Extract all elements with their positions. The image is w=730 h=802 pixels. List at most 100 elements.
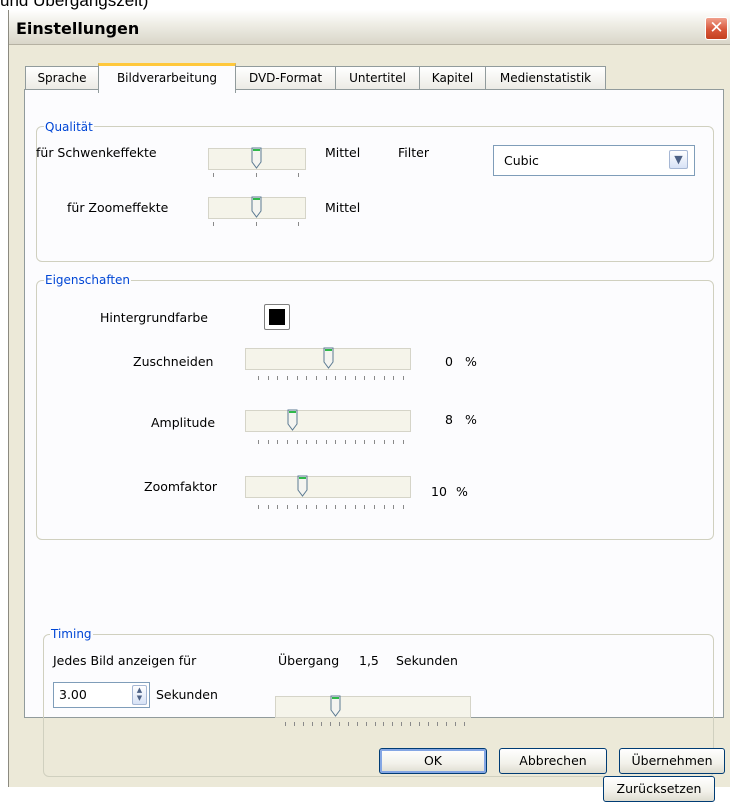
- slider-tick: [258, 440, 259, 444]
- slider-tick: [393, 376, 394, 380]
- slider-tick: [277, 376, 278, 380]
- slider-tick: [428, 722, 429, 726]
- duration-unit-label: Sekunden: [156, 687, 218, 702]
- pan-effects-label: für Schwenkeffekte: [36, 145, 157, 160]
- zoom-factor-slider-thumb[interactable]: [297, 475, 308, 497]
- slider-tick: [375, 722, 376, 726]
- crop-unit: %: [465, 354, 477, 369]
- slider-tick: [294, 722, 295, 726]
- crop-label: Zuschneiden: [133, 354, 214, 369]
- slider-tick: [306, 440, 307, 444]
- tab-medienstatistik[interactable]: Medienstatistik: [485, 66, 606, 89]
- slider-tick: [401, 722, 402, 726]
- duration-value: 3.00: [59, 687, 87, 702]
- slider-tick: [464, 722, 465, 726]
- tab-kapitel[interactable]: Kapitel: [419, 66, 486, 89]
- slider-tick: [335, 505, 336, 509]
- chevron-down-icon[interactable]: ▼: [669, 150, 688, 169]
- slider-tick: [345, 376, 346, 380]
- crop-value: 0: [445, 354, 453, 369]
- transition-slider-ticks: [285, 722, 465, 726]
- slider-tick: [306, 505, 307, 509]
- slider-tick: [364, 440, 365, 444]
- settings-dialog: Einstellungen ✕ Sprache Bildverarbeitung…: [8, 10, 730, 802]
- slider-tick: [392, 722, 393, 726]
- zoom-factor-slider[interactable]: [245, 476, 411, 498]
- slider-tick: [285, 722, 286, 726]
- zoom-slider-thumb[interactable]: [251, 196, 262, 218]
- crop-slider-ticks: [258, 376, 404, 380]
- slider-tick: [335, 440, 336, 444]
- slider-tick: [326, 440, 327, 444]
- slider-tick: [268, 440, 269, 444]
- zoom-effects-label: für Zoomeffekte: [67, 200, 169, 215]
- slider-tick: [345, 440, 346, 444]
- slider-tick: [374, 440, 375, 444]
- slider-tick: [258, 376, 259, 380]
- transition-unit: Sekunden: [396, 653, 458, 668]
- transition-slider-thumb[interactable]: [330, 695, 341, 717]
- zoom-factor-slider-ticks: [258, 505, 404, 509]
- zoom-factor-unit: %: [456, 484, 468, 499]
- tab-bildverarbeitung[interactable]: Bildverarbeitung: [98, 63, 236, 93]
- amplitude-slider-thumb[interactable]: [287, 409, 298, 431]
- slider-tick: [316, 505, 317, 509]
- slider-tick: [268, 376, 269, 380]
- slider-tick: [339, 722, 340, 726]
- pan-slider-thumb[interactable]: [251, 147, 262, 169]
- zoom-quality-value: Mittel: [325, 200, 361, 215]
- spin-arrows-icon[interactable]: ▲ ▼: [132, 685, 147, 705]
- slider-tick: [326, 376, 327, 380]
- duration-spinbox[interactable]: 3.00 ▲ ▼: [53, 682, 150, 708]
- slider-tick: [355, 376, 356, 380]
- slider-tick: [297, 440, 298, 444]
- slider-tick: [393, 505, 394, 509]
- slider-tick: [277, 505, 278, 509]
- slider-tick: [437, 722, 438, 726]
- tab-dvd-format[interactable]: DVD-Format: [235, 66, 336, 89]
- slider-tick: [297, 376, 298, 380]
- slider-tick: [403, 440, 404, 444]
- slider-tick: [348, 722, 349, 726]
- amplitude-label: Amplitude: [151, 415, 216, 430]
- crop-slider-thumb[interactable]: [323, 347, 334, 369]
- filter-select[interactable]: Cubic ▼: [493, 145, 695, 176]
- reset-button[interactable]: Zurücksetzen: [603, 776, 715, 802]
- slider-tick: [316, 440, 317, 444]
- slider-tick: [384, 505, 385, 509]
- slider-tick: [330, 722, 331, 726]
- tab-panel: Qualität für Schwenkeffekte Mittel Filte…: [24, 89, 724, 802]
- dialog-title: Einstellungen: [16, 19, 140, 38]
- slider-tick: [306, 376, 307, 380]
- slider-tick: [419, 722, 420, 726]
- amplitude-value: 8: [445, 412, 453, 427]
- close-button[interactable]: ✕: [705, 17, 728, 40]
- tab-sprache[interactable]: Sprache: [25, 66, 99, 89]
- zoom-factor-value: 10: [431, 484, 447, 499]
- slider-tick: [446, 722, 447, 726]
- slider-tick: [355, 440, 356, 444]
- slider-tick: [326, 505, 327, 509]
- slider-tick: [287, 440, 288, 444]
- slider-tick: [393, 440, 394, 444]
- slider-tick: [374, 505, 375, 509]
- background-color-button[interactable]: [264, 304, 290, 330]
- amplitude-slider[interactable]: [245, 410, 411, 432]
- slider-tick: [316, 376, 317, 380]
- slider-tick: [287, 376, 288, 380]
- slider-tick: [258, 505, 259, 509]
- slider-tick: [277, 440, 278, 444]
- cancel-button[interactable]: Abbrechen: [499, 748, 607, 774]
- slider-tick: [384, 376, 385, 380]
- apply-button[interactable]: Übernehmen: [619, 748, 725, 774]
- tab-untertitel[interactable]: Untertitel: [335, 66, 420, 89]
- transition-slider[interactable]: [275, 696, 471, 718]
- zoom-slider-ticks: [213, 222, 299, 226]
- quality-legend: Qualität: [44, 120, 94, 134]
- slider-tick: [364, 505, 365, 509]
- ok-button[interactable]: OK: [379, 748, 487, 774]
- pan-quality-value: Mittel: [325, 145, 361, 160]
- slider-tick: [357, 722, 358, 726]
- slider-tick: [364, 376, 365, 380]
- amplitude-slider-ticks: [258, 440, 404, 444]
